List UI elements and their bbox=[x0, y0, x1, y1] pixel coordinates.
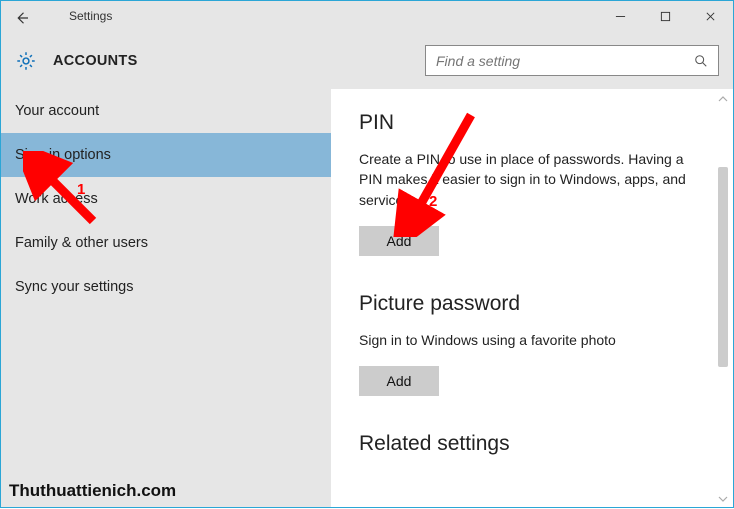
sidebar-item-label: Family & other users bbox=[15, 235, 148, 251]
scroll-up-icon[interactable] bbox=[718, 91, 728, 101]
search-icon bbox=[694, 54, 708, 68]
sidebar: Your account Sign-in options Work access… bbox=[1, 89, 331, 507]
scroll-thumb[interactable] bbox=[718, 167, 728, 367]
section-desc-picture-password: Sign in to Windows using a favorite phot… bbox=[359, 330, 705, 350]
gear-icon bbox=[15, 50, 37, 72]
section-heading-picture-password: Picture password bbox=[359, 292, 705, 316]
maximize-button[interactable] bbox=[643, 1, 688, 31]
watermark: Thuthuattienich.com bbox=[9, 481, 176, 501]
category-title: ACCOUNTS bbox=[53, 53, 138, 69]
back-button[interactable] bbox=[13, 9, 31, 27]
minimize-button[interactable] bbox=[598, 1, 643, 31]
sidebar-item-label: Sync your settings bbox=[15, 279, 133, 295]
content-pane: PIN Create a PIN to use in place of pass… bbox=[331, 89, 733, 507]
sidebar-item-label: Sign-in options bbox=[15, 147, 111, 163]
scrollbar[interactable] bbox=[717, 89, 729, 503]
search-box[interactable] bbox=[425, 45, 719, 76]
search-input[interactable] bbox=[436, 53, 694, 69]
section-heading-related-settings: Related settings bbox=[359, 432, 705, 456]
add-picture-password-button[interactable]: Add bbox=[359, 366, 439, 396]
titlebar: Settings bbox=[1, 1, 733, 33]
sidebar-item-label: Your account bbox=[15, 103, 99, 119]
header-row: ACCOUNTS bbox=[1, 33, 733, 89]
close-button[interactable] bbox=[688, 1, 733, 31]
sidebar-item-your-account[interactable]: Your account bbox=[1, 89, 331, 133]
sidebar-item-sign-in-options[interactable]: Sign-in options bbox=[1, 133, 331, 177]
section-heading-pin: PIN bbox=[359, 111, 705, 135]
add-pin-button[interactable]: Add bbox=[359, 226, 439, 256]
sidebar-item-work-access[interactable]: Work access bbox=[1, 177, 331, 221]
section-desc-pin: Create a PIN to use in place of password… bbox=[359, 149, 705, 210]
scroll-down-icon[interactable] bbox=[718, 491, 728, 501]
sidebar-item-family-other-users[interactable]: Family & other users bbox=[1, 221, 331, 265]
sidebar-item-sync-your-settings[interactable]: Sync your settings bbox=[1, 265, 331, 309]
window-title: Settings bbox=[69, 9, 112, 23]
sidebar-item-label: Work access bbox=[15, 191, 98, 207]
window-controls bbox=[598, 1, 733, 33]
